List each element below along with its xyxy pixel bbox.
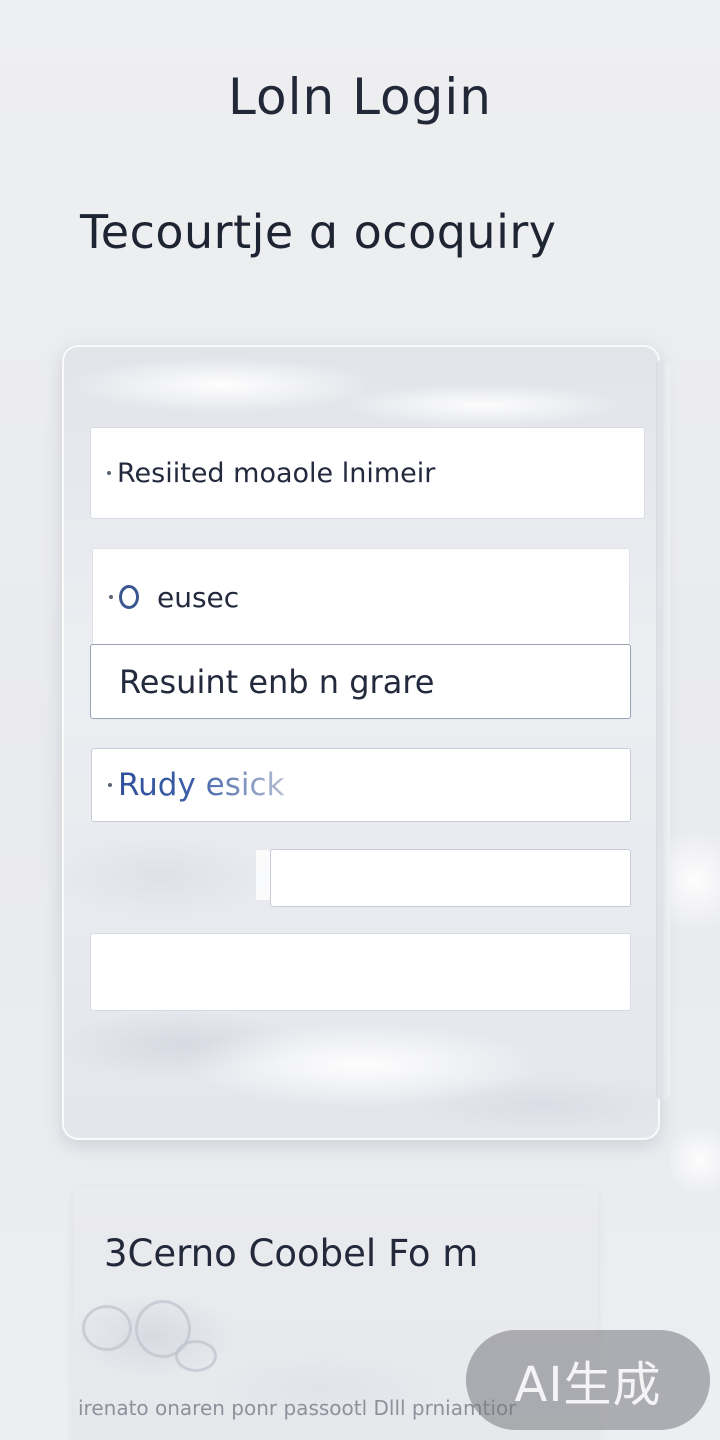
form-field-3-text: Resuint enb n grare bbox=[119, 662, 435, 701]
decorative-blob bbox=[670, 1120, 720, 1200]
swirl-decoration bbox=[175, 1340, 217, 1372]
form-field-4-text: Rudy esick bbox=[118, 767, 285, 803]
page-title: Loln Login bbox=[228, 68, 492, 126]
form-field-2[interactable]: eusec bbox=[92, 548, 630, 646]
secondary-card-title: 3Cerno Coobel Fo m bbox=[104, 1232, 479, 1275]
form-field-6[interactable] bbox=[90, 933, 631, 1011]
bullet-icon bbox=[108, 783, 112, 787]
field-tab-decoration bbox=[256, 850, 270, 900]
swirl-decoration bbox=[82, 1305, 132, 1351]
login-screen: Loln Login Tecourtje ɑ ocoquiry Resiited… bbox=[0, 0, 720, 1440]
page-subtitle: Tecourtje ɑ ocoquiry bbox=[80, 205, 557, 259]
circle-icon bbox=[119, 585, 139, 609]
ai-generated-watermark: AI生成 bbox=[466, 1330, 710, 1430]
form-field-3[interactable]: Resuint enb n grare bbox=[90, 644, 631, 719]
form-field-2-text: eusec bbox=[157, 580, 240, 614]
card-edge-decoration bbox=[656, 360, 670, 1100]
form-field-5[interactable] bbox=[270, 849, 631, 907]
bullet-icon bbox=[107, 471, 111, 475]
form-field-1[interactable]: Resiited moaole lnimeir bbox=[90, 427, 645, 519]
form-field-1-text: Resiited moaole lnimeir bbox=[117, 457, 436, 489]
bullet-icon bbox=[109, 595, 113, 599]
form-field-4[interactable]: Rudy esick bbox=[91, 748, 631, 822]
